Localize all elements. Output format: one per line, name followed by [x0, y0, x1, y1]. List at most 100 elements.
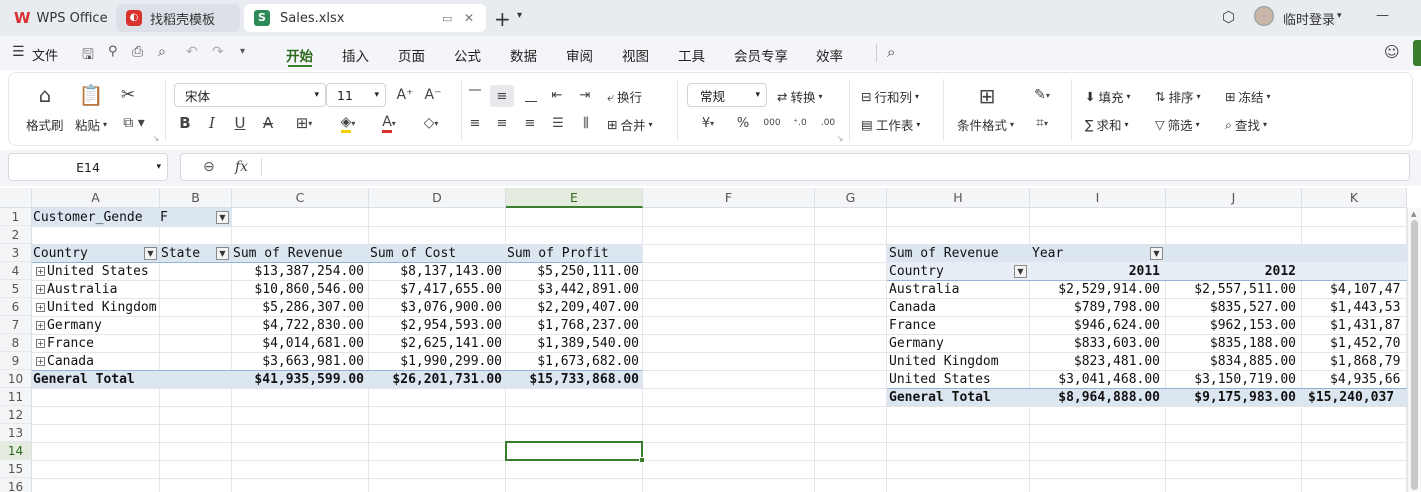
find-button[interactable]: ⌕ 查找 ▾ — [1225, 115, 1267, 134]
justify-icon[interactable]: ☰ — [548, 113, 568, 133]
tab-list-chevron-icon[interactable]: ▾ — [517, 10, 522, 21]
tab-view[interactable]: 视图 — [622, 45, 649, 65]
launcher-icon[interactable]: ↘ — [151, 133, 161, 143]
align-top-icon[interactable]: ⎺ — [465, 85, 485, 105]
cut-icon[interactable]: ✂ — [117, 85, 139, 105]
number-format-select[interactable]: 常规 ▾ — [687, 83, 767, 107]
align-bottom-icon[interactable]: ⎽ — [521, 85, 541, 105]
sum-button[interactable]: ∑ 求和 ▾ — [1085, 115, 1128, 134]
merge-button[interactable]: ⊞ 合并 ▾ — [607, 115, 653, 134]
fx-icon[interactable]: fx — [235, 159, 248, 175]
worksheet-button[interactable]: ▤ 工作表 ▾ — [861, 115, 920, 134]
tab-docer-templates[interactable]: ◐ 找稻壳模板 — [116, 4, 240, 32]
row-header-13[interactable]: 13 — [0, 424, 32, 442]
minimize-icon[interactable]: — — [1376, 8, 1389, 23]
row-header-8[interactable]: 8 — [0, 334, 32, 352]
row-header-14[interactable]: 14 — [0, 442, 32, 460]
row-header-9[interactable]: 9 — [0, 352, 32, 370]
crop-icon[interactable]: ⌗ ▾ — [1025, 113, 1059, 133]
border-icon[interactable]: ⊞ ▾ — [288, 113, 320, 133]
country-filter-icon[interactable]: ▼ — [1014, 265, 1027, 278]
font-name-select[interactable]: 宋体 ▾ — [174, 83, 326, 107]
paste-button[interactable]: 粘贴 ▾ — [75, 115, 107, 134]
row-header-16[interactable]: 16 — [0, 478, 32, 492]
expand-icon[interactable]: + — [36, 266, 45, 276]
cube-icon[interactable]: ⬡ — [1222, 8, 1235, 26]
name-box[interactable]: E14 ▾ — [8, 153, 168, 181]
zoom-search-icon[interactable]: ⊖ — [203, 159, 215, 175]
increase-decimal-icon[interactable]: ⁺.0 — [789, 113, 811, 133]
new-tab-icon[interactable]: + — [494, 7, 511, 31]
column-header-k[interactable]: K — [1302, 188, 1407, 208]
tab-sales-xlsx[interactable]: S Sales.xlsx ▭ ✕ — [244, 4, 486, 32]
expand-icon[interactable]: + — [36, 338, 45, 348]
tab-review[interactable]: 审阅 — [566, 45, 593, 65]
format-painter-icon[interactable]: ⌂ — [33, 83, 57, 107]
strikethrough-icon[interactable]: A — [258, 113, 278, 133]
link-icon[interactable]: ⚲ — [108, 44, 118, 59]
more-chevron-icon[interactable]: ▾ — [240, 46, 245, 57]
tab-data[interactable]: 数据 — [510, 45, 537, 65]
indent-icon[interactable]: ⇥ — [575, 85, 595, 105]
collapse-bar[interactable] — [1413, 40, 1421, 66]
rows-cols-button[interactable]: ⊟ 行和列 ▾ — [861, 87, 919, 106]
column-header-c[interactable]: C — [232, 188, 369, 208]
vertical-scrollbar[interactable]: ▲ — [1407, 208, 1421, 492]
tab-efficiency[interactable]: 效率 — [816, 45, 843, 65]
sort-button[interactable]: ⇅ 排序 ▾ — [1155, 87, 1201, 106]
currency-icon[interactable]: ¥ ▾ — [693, 113, 723, 133]
cell-style-icon[interactable]: ✎ ▾ — [1025, 85, 1059, 105]
fill-handle[interactable] — [639, 457, 645, 463]
copy-icon[interactable]: ⧉ ▾ — [119, 113, 149, 133]
column-header-j[interactable]: J — [1166, 188, 1302, 208]
select-all-corner[interactable] — [0, 188, 32, 208]
expand-icon[interactable]: + — [36, 284, 45, 294]
row-header-12[interactable]: 12 — [0, 406, 32, 424]
row-header-10[interactable]: 10 — [0, 370, 32, 388]
column-header-f[interactable]: F — [643, 188, 815, 208]
font-color-icon[interactable]: A ▾ — [371, 113, 407, 133]
print-icon[interactable]: ⎙ — [132, 44, 143, 60]
wrap-text-button[interactable]: ⤶ 换行 — [607, 87, 642, 106]
chat-icon[interactable]: ☺ — [1384, 43, 1400, 61]
row-header-11[interactable]: 11 — [0, 388, 32, 406]
print-preview-icon[interactable]: ⌕ — [158, 44, 166, 60]
scroll-thumb[interactable] — [1411, 220, 1418, 490]
column-header-d[interactable]: D — [369, 188, 506, 208]
tab-formula[interactable]: 公式 — [454, 45, 481, 65]
save-icon[interactable]: 🖫 — [82, 44, 94, 68]
country-filter-icon[interactable]: ▼ — [144, 247, 157, 260]
align-right-icon[interactable]: ≡ — [520, 113, 540, 133]
spreadsheet-grid[interactable]: ABCDEFGHIJK 1 2 3 4 5 6 7 8 9 10 11 12 13 14 15 16 Cust… — [0, 188, 1421, 492]
increase-font-icon[interactable]: A⁺ — [394, 84, 416, 106]
conditional-format-icon[interactable]: ⊞ — [974, 83, 1000, 109]
thousands-icon[interactable]: 000 — [761, 113, 783, 133]
login-chevron-icon[interactable]: ▾ — [1337, 11, 1342, 21]
avatar[interactable] — [1254, 6, 1274, 26]
state-filter-icon[interactable]: ▼ — [216, 247, 229, 260]
format-painter-button[interactable]: 格式刷 — [26, 115, 64, 134]
row-header-1[interactable]: 1 — [0, 208, 32, 226]
close-tab-icon[interactable]: ✕ — [464, 11, 474, 25]
fill-button[interactable]: ⬇ 填充 ▾ — [1085, 87, 1131, 106]
column-header-a[interactable]: A — [32, 188, 160, 208]
redo-icon[interactable]: ↷ — [212, 44, 224, 60]
selected-cell[interactable] — [505, 441, 643, 461]
launcher-icon[interactable]: ↘ — [835, 133, 845, 143]
file-menu[interactable]: 文件 — [32, 45, 58, 64]
undo-icon[interactable]: ↶ — [186, 44, 198, 60]
formula-input[interactable]: ⊖ fx — [180, 153, 1410, 181]
convert-button[interactable]: ⇄ 转换 ▾ — [777, 87, 823, 106]
conditional-format-button[interactable]: 条件格式 ▾ — [957, 115, 1014, 134]
monitor-icon[interactable]: ▭ — [442, 12, 452, 25]
column-header-b[interactable]: B — [160, 188, 232, 208]
distribute-icon[interactable]: ⫼ — [576, 113, 596, 133]
tab-member[interactable]: 会员专享 — [734, 45, 788, 65]
column-header-h[interactable]: H — [887, 188, 1030, 208]
row-header-7[interactable]: 7 — [0, 316, 32, 334]
column-header-i[interactable]: I — [1030, 188, 1166, 208]
row-header-2[interactable]: 2 — [0, 226, 32, 244]
row-header-4[interactable]: 4 — [0, 262, 32, 280]
column-header-g[interactable]: G — [815, 188, 887, 208]
align-left-icon[interactable]: ≡ — [465, 113, 485, 133]
